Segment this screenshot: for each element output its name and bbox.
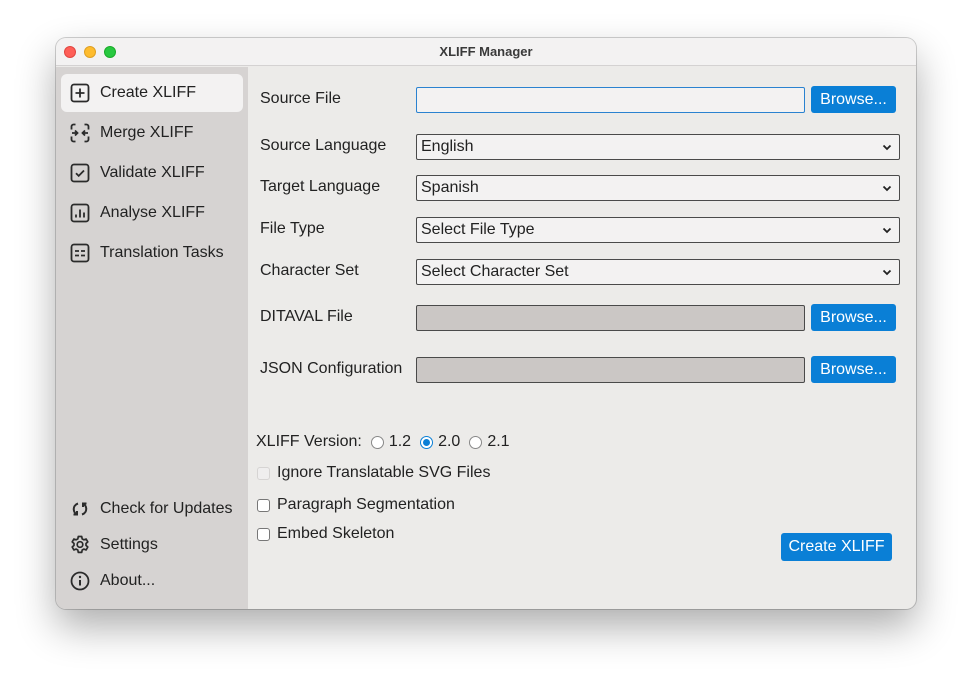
tasks-list-icon: [69, 242, 91, 264]
embed-skeleton-label: Embed Skeleton: [277, 525, 395, 542]
window-title: XLIFF Manager: [439, 44, 533, 59]
gear-icon: [69, 534, 91, 556]
json-configuration-input: [416, 357, 805, 383]
file-type-label: File Type: [260, 220, 325, 237]
info-icon: [69, 570, 91, 592]
sidebar-item-analyse-xliff[interactable]: Analyse XLIFF: [61, 194, 243, 232]
plus-square-icon: [69, 82, 91, 104]
chevron-down-icon: [882, 144, 892, 151]
sidebar-item-label: Create XLIFF: [100, 84, 197, 101]
source-language-value: English: [421, 138, 474, 155]
sidebar-item-validate-xliff[interactable]: Validate XLIFF: [61, 154, 243, 192]
source-language-label: Source Language: [260, 137, 387, 154]
create-xliff-panel: Source File Browse... Source Language En…: [248, 67, 916, 609]
sidebar-item-label: Settings: [100, 536, 158, 553]
source-file-label: Source File: [260, 90, 341, 107]
paragraph-segmentation-label: Paragraph Segmentation: [277, 496, 455, 513]
source-file-input[interactable]: [416, 87, 805, 113]
close-window-button[interactable]: [64, 46, 76, 58]
sidebar-item-label: Validate XLIFF: [100, 164, 205, 181]
character-set-value: Select Character Set: [421, 263, 569, 280]
paragraph-segmentation-checkbox-row[interactable]: Paragraph Segmentation: [257, 496, 455, 514]
xliff-version-option-label: 1.2: [388, 433, 412, 450]
sidebar-item-settings[interactable]: Settings: [61, 526, 243, 564]
ignore-svg-label: Ignore Translatable SVG Files: [277, 464, 491, 481]
sidebar-item-check-for-updates[interactable]: Check for Updates: [61, 490, 243, 528]
json-configuration-label: JSON Configuration: [260, 360, 403, 377]
character-set-select[interactable]: Select Character Set: [416, 259, 900, 285]
xliff-version-option-label: 2.1: [487, 433, 510, 450]
file-type-select[interactable]: Select File Type: [416, 217, 900, 243]
sidebar-item-label: About...: [100, 572, 156, 589]
target-language-value: Spanish: [421, 179, 479, 196]
sidebar-item-label: Merge XLIFF: [100, 124, 194, 141]
xliff-version-radio-2-1[interactable]: [469, 435, 483, 449]
target-language-select[interactable]: Spanish: [416, 175, 900, 201]
json-configuration-browse-button[interactable]: Browse...: [811, 356, 896, 383]
source-language-select[interactable]: English: [416, 134, 900, 160]
chevron-down-icon: [882, 185, 892, 192]
file-type-value: Select File Type: [421, 221, 535, 238]
xliff-version-label: XLIFF Version:: [256, 433, 362, 450]
sidebar-item-create-xliff[interactable]: Create XLIFF: [61, 74, 243, 112]
ditaval-file-label: DITAVAL File: [260, 308, 353, 325]
title-bar: XLIFF Manager: [56, 38, 916, 66]
character-set-label: Character Set: [260, 262, 359, 279]
refresh-icon: [69, 498, 91, 520]
sidebar-item-merge-xliff[interactable]: Merge XLIFF: [61, 114, 243, 152]
xliff-version-group: XLIFF Version: 1.2 2.0 2.1: [256, 433, 510, 451]
sidebar: Create XLIFF Merge XLIFF Validate XLIFF …: [56, 67, 248, 609]
paragraph-segmentation-checkbox[interactable]: [257, 498, 270, 512]
sidebar-item-label: Analyse XLIFF: [100, 204, 205, 221]
app-window: XLIFF Manager Create XLIFF Merge XLIFF V…: [56, 38, 916, 609]
embed-skeleton-checkbox-row[interactable]: Embed Skeleton: [257, 525, 394, 543]
maximize-window-button[interactable]: [104, 46, 116, 58]
minimize-window-button[interactable]: [84, 46, 96, 58]
chevron-down-icon: [882, 269, 892, 276]
source-file-browse-button[interactable]: Browse...: [811, 86, 896, 113]
merge-arrows-icon: [69, 122, 91, 144]
target-language-label: Target Language: [260, 178, 381, 195]
sidebar-item-about[interactable]: About...: [61, 562, 243, 600]
ditaval-file-browse-button[interactable]: Browse...: [811, 304, 896, 331]
bar-chart-square-icon: [69, 202, 91, 224]
chevron-down-icon: [882, 227, 892, 234]
xliff-version-radio-2-0[interactable]: [420, 435, 434, 449]
ignore-svg-checkbox-row: Ignore Translatable SVG Files: [257, 464, 490, 482]
xliff-version-option-label: 2.0: [438, 433, 461, 450]
window-controls: [64, 46, 116, 58]
xliff-version-radio-1-2[interactable]: [370, 435, 384, 449]
sidebar-item-label: Check for Updates: [100, 500, 233, 517]
sidebar-item-translation-tasks[interactable]: Translation Tasks: [61, 234, 243, 272]
ignore-svg-checkbox: [257, 466, 270, 480]
create-xliff-button[interactable]: Create XLIFF: [781, 533, 892, 561]
ditaval-file-input: [416, 305, 805, 331]
sidebar-item-label: Translation Tasks: [100, 244, 224, 261]
embed-skeleton-checkbox[interactable]: [257, 527, 270, 541]
check-square-icon: [69, 162, 91, 184]
